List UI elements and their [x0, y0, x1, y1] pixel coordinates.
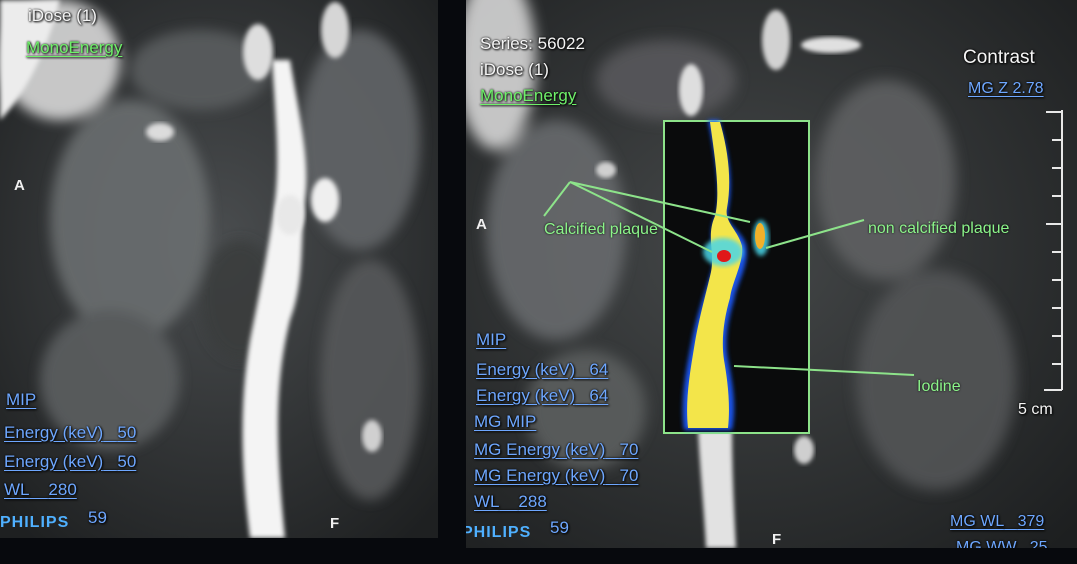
mg-wl-row[interactable]: MG WL 379 [950, 512, 1044, 532]
left-energy2-label: Energy (keV) [4, 452, 104, 471]
left-mip-link[interactable]: MIP [6, 390, 36, 410]
left-orientation-foot: F [330, 515, 340, 532]
left-wl-value: 280 [48, 480, 77, 499]
ct-viewer-screen: iDose (1) MonoEnergy A F MIP Energy (keV… [0, 0, 1077, 564]
right-energy1-row[interactable]: Energy (keV) 64 [476, 360, 608, 380]
right-mg-energy2-row[interactable]: MG Energy (keV) 70 [474, 466, 638, 486]
right-series-label: Series: 56022 [480, 34, 585, 53]
right-mg-energy1-label: MG Energy (keV) [474, 440, 606, 459]
right-mg-mip-link[interactable]: MG MIP [474, 412, 536, 432]
right-wl-row[interactable]: WL 288 [474, 492, 547, 512]
right-ww-partial: 59 [550, 518, 569, 537]
scale-label: 5 cm [1018, 401, 1053, 418]
left-energy2-value: 50 [117, 452, 137, 471]
left-ww-partial: 59 [88, 508, 107, 527]
left-monoenergy-link[interactable]: MonoEnergy [26, 38, 122, 58]
right-viewport[interactable]: Series: 56022 iDose (1) MonoEnergy Contr… [466, 0, 1077, 548]
right-monoenergy-link[interactable]: MonoEnergy [480, 86, 576, 106]
left-viewport[interactable]: iDose (1) MonoEnergy A F MIP Energy (keV… [0, 0, 438, 538]
right-mg-energy2-label: MG Energy (keV) [474, 466, 606, 485]
mg-ww-label: MG WW [956, 539, 1017, 548]
right-energy1-value: 64 [589, 360, 609, 379]
right-orientation-anterior: A [476, 216, 487, 233]
non-calcified-plaque-annotation: non calcified plaque [868, 220, 1010, 237]
right-orientation-foot: F [772, 531, 782, 548]
left-energy1-row[interactable]: Energy (keV) 50 [4, 423, 136, 443]
left-wl-label: WL [4, 480, 30, 499]
left-orientation-anterior: A [14, 177, 25, 194]
calcified-plaque-annotation: Calcified plaque [544, 221, 658, 238]
mg-wl-label: MG WL [950, 513, 1005, 530]
mg-ww-value: 25 [1029, 539, 1048, 548]
mg-z-link[interactable]: MG Z 2.78 [968, 79, 1044, 99]
right-wl-value: 288 [518, 492, 547, 511]
left-idose-label: iDose (1) [28, 6, 97, 25]
right-wl-label: WL [474, 492, 500, 511]
right-energy2-value: 64 [589, 386, 609, 405]
right-mg-energy1-value: 70 [619, 440, 639, 459]
iodine-annotation: Iodine [917, 378, 961, 395]
right-philips-logo: PHILIPS [466, 524, 532, 541]
right-mg-energy1-row[interactable]: MG Energy (keV) 70 [474, 440, 638, 460]
right-energy2-row[interactable]: Energy (keV) 64 [476, 386, 608, 406]
right-idose-label: iDose (1) [480, 60, 549, 79]
contrast-title: Contrast [963, 47, 1035, 68]
left-energy1-value: 50 [117, 423, 137, 442]
right-mip-link[interactable]: MIP [476, 330, 506, 350]
right-energy2-label: Energy (keV) [476, 386, 576, 405]
left-wl-row[interactable]: WL 280 [4, 480, 77, 500]
left-energy1-label: Energy (keV) [4, 423, 104, 442]
left-philips-logo: PHILIPS [0, 514, 70, 531]
mg-wl-value: 379 [1017, 513, 1045, 530]
right-energy1-label: Energy (keV) [476, 360, 576, 379]
mg-ww-row[interactable]: MG WW 25 [956, 538, 1048, 548]
left-energy2-row[interactable]: Energy (keV) 50 [4, 452, 136, 472]
right-mg-energy2-value: 70 [619, 466, 639, 485]
